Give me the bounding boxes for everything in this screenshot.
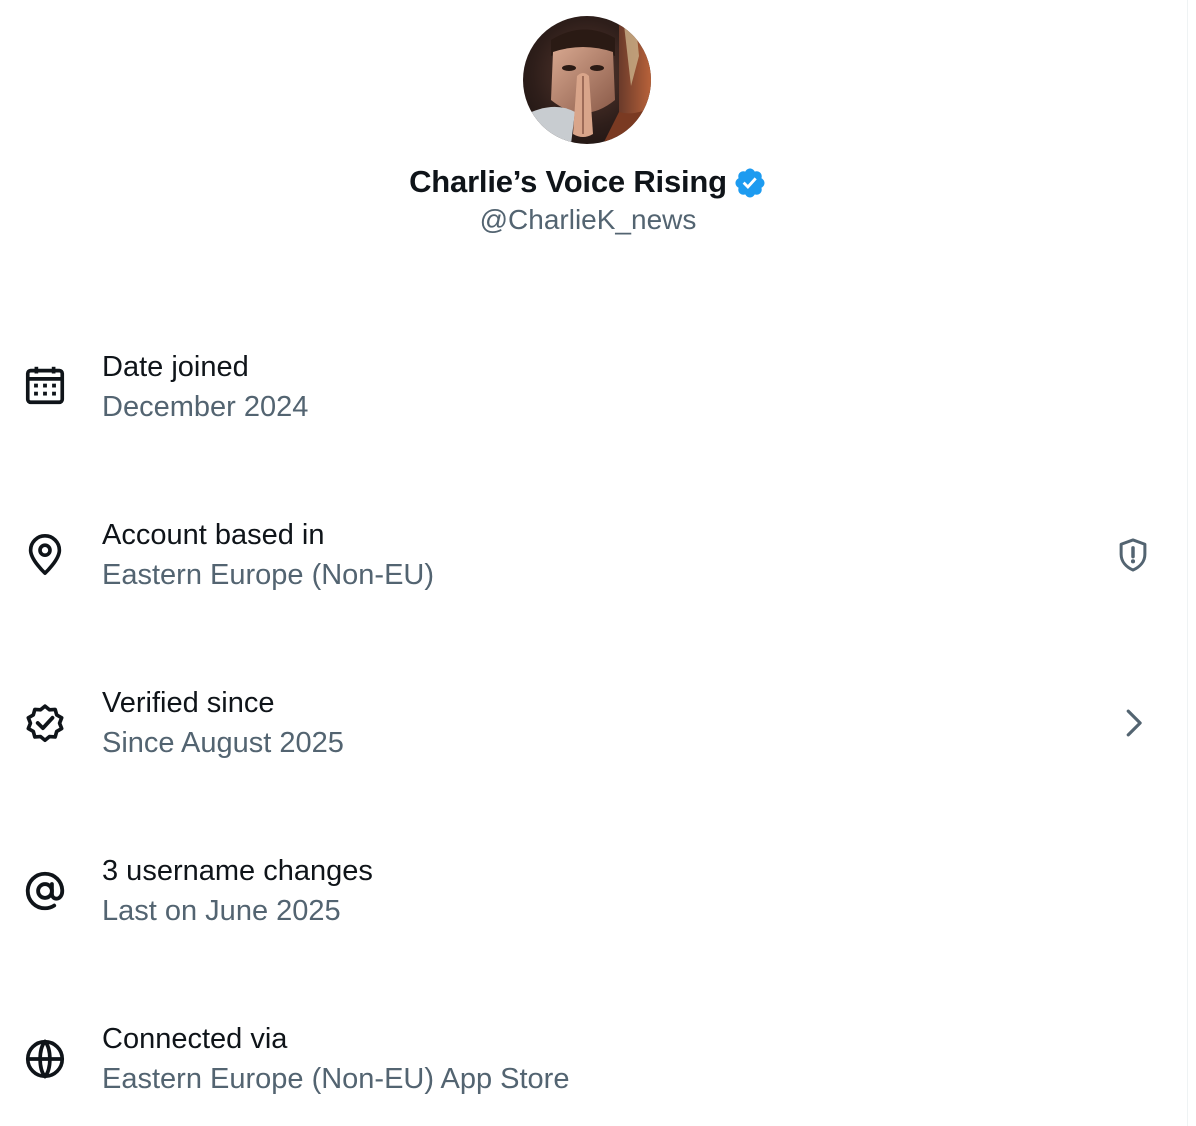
- username-changes-value: Last on June 2025: [102, 895, 341, 927]
- connected-via-value: Eastern Europe (Non-EU) App Store: [102, 1063, 570, 1095]
- date-joined-label: Date joined: [102, 351, 249, 383]
- verified-since-text: Verified since Since August 2025: [102, 684, 344, 764]
- date-joined-value: December 2024: [102, 391, 309, 423]
- account-based-in-value: Eastern Europe (Non-EU): [102, 559, 435, 591]
- connected-via-label: Connected via: [102, 1023, 288, 1055]
- info-row-verified-since[interactable]: Verified since Since August 2025: [0, 678, 1176, 788]
- username-changes-label: 3 username changes: [102, 855, 373, 887]
- shield-alert-icon[interactable]: [1114, 536, 1152, 574]
- date-joined-text: Date joined December 2024: [102, 348, 308, 428]
- globe-icon: [25, 1039, 65, 1079]
- info-row-date-joined: Date joined December 2024: [0, 342, 1176, 452]
- verified-since-value: Since August 2025: [102, 727, 344, 759]
- at-sign-icon: [25, 871, 65, 911]
- verified-since-label: Verified since: [102, 687, 275, 719]
- display-name: Charlie’s Voice Rising: [409, 164, 727, 199]
- account-info-page: Charlie’s Voice Rising @CharlieK_news Da…: [0, 0, 1196, 1126]
- chevron-right-icon[interactable]: [1114, 704, 1152, 742]
- scroll-edge-divider: [1187, 0, 1188, 1126]
- account-based-in-text: Account based in Eastern Europe (Non-EU): [102, 516, 434, 596]
- account-based-in-label: Account based in: [102, 519, 325, 551]
- connected-via-text: Connected via Eastern Europe (Non-EU) Ap…: [102, 1020, 569, 1100]
- username-changes-text: 3 username changes Last on June 2025: [102, 852, 373, 932]
- location-pin-icon: [28, 534, 62, 576]
- avatar-photo: [523, 16, 651, 144]
- info-row-account-based-in: Account based in Eastern Europe (Non-EU): [0, 510, 1176, 620]
- info-row-connected-via: Connected via Eastern Europe (Non-EU) Ap…: [0, 1014, 1176, 1124]
- info-row-username-changes: 3 username changes Last on June 2025: [0, 846, 1176, 956]
- profile-handle: @CharlieK_news: [479, 204, 697, 235]
- profile-avatar[interactable]: [523, 16, 651, 144]
- verified-check-icon: [26, 704, 64, 743]
- verified-badge-icon[interactable]: [733, 166, 767, 200]
- calendar-icon: [25, 366, 65, 405]
- display-name-row: Charlie’s Voice Rising: [0, 160, 1176, 204]
